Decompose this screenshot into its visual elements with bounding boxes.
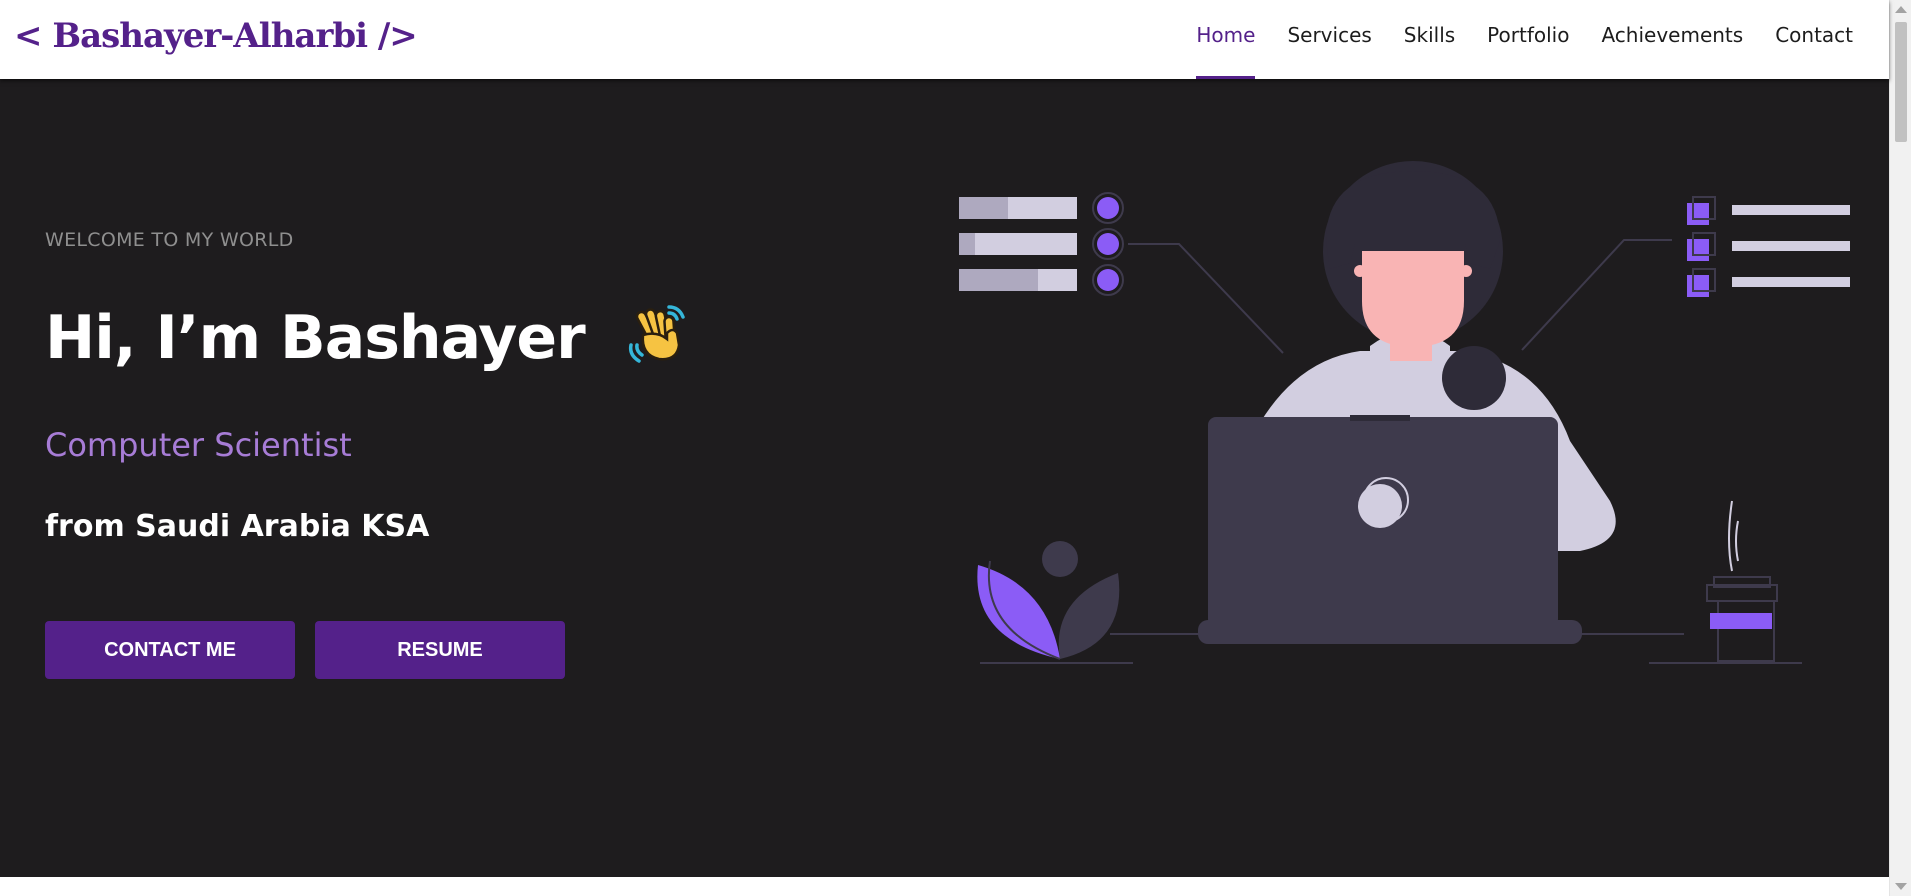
hero-heading: Hi, I’m Bashayer — [45, 301, 691, 382]
hero-role: Computer Scientist — [45, 426, 352, 464]
site-logo[interactable]: < Bashayer-Alharbi /> — [14, 16, 418, 56]
plant — [977, 541, 1120, 660]
nav-skills[interactable]: Skills — [1404, 0, 1455, 79]
resume-button[interactable]: RESUME — [315, 621, 565, 679]
waving-hand-icon — [625, 301, 691, 382]
scroll-thumb[interactable] — [1895, 22, 1907, 142]
scroll-up-icon[interactable] — [1895, 6, 1907, 13]
nav-services[interactable]: Services — [1287, 0, 1371, 79]
laptop — [1198, 415, 1582, 644]
site-header: < Bashayer-Alharbi /> Home Services Skil… — [0, 0, 1889, 79]
left-progress-list — [959, 192, 1284, 354]
right-checklist — [1521, 196, 1850, 351]
nav-achievements[interactable]: Achievements — [1601, 0, 1743, 79]
welcome-text: WELCOME TO MY WORLD — [45, 229, 294, 251]
contact-me-button[interactable]: CONTACT ME — [45, 621, 295, 679]
coffee-cup — [1706, 500, 1778, 662]
page-scrollbar[interactable] — [1889, 0, 1911, 896]
footer-band — [0, 877, 1889, 896]
nav-contact[interactable]: Contact — [1775, 0, 1853, 79]
hero-title-text: Hi, I’m Bashayer — [45, 303, 586, 374]
nav-portfolio[interactable]: Portfolio — [1487, 0, 1569, 79]
page: < Bashayer-Alharbi /> Home Services Skil… — [0, 0, 1911, 896]
hero-section: WELCOME TO MY WORLD Hi, I’m Bashayer Com… — [0, 79, 1889, 877]
hero-illustration — [959, 161, 1850, 664]
main-nav: Home Services Skills Portfolio Achieveme… — [1164, 0, 1853, 79]
hero-origin: from Saudi Arabia KSA — [45, 509, 430, 544]
nav-home[interactable]: Home — [1196, 0, 1256, 79]
scroll-down-icon[interactable] — [1895, 883, 1907, 890]
